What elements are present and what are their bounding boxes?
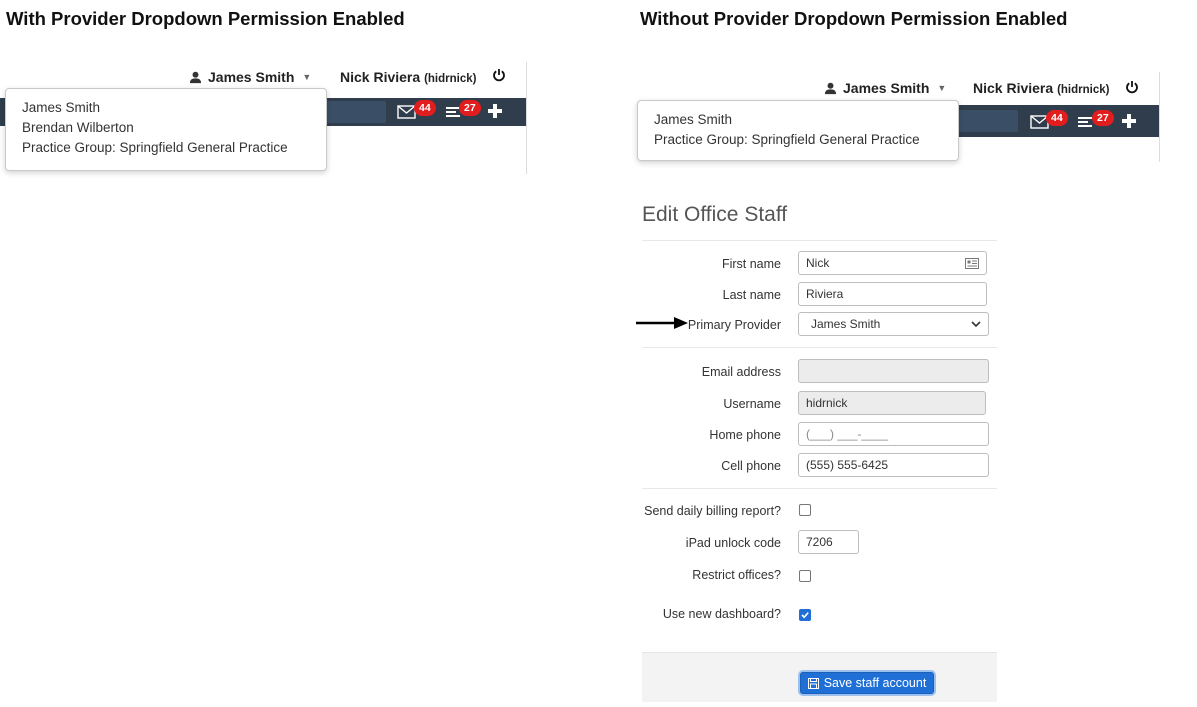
right-search-field[interactable] [958, 110, 1018, 132]
provider-dropdown-disabled: James Smith Practice Group: Springfield … [637, 100, 959, 161]
username-value: hidrnick [806, 396, 848, 410]
messages-badge: 44 [414, 100, 436, 116]
power-icon[interactable] [492, 68, 506, 87]
save-staff-button[interactable]: Save staff account [800, 672, 934, 694]
cell-phone-input[interactable]: (555) 555-6425 [798, 453, 989, 477]
dropdown-item[interactable]: Practice Group: Springfield General Prac… [654, 130, 942, 150]
heading-without-permission: Without Provider Dropdown Permission Ena… [640, 8, 1068, 29]
primary-provider-label: Primary Provider [687, 318, 781, 332]
right-divider [1159, 72, 1160, 162]
user-icon [189, 71, 202, 83]
form-divider [642, 488, 997, 489]
restrict-offices-checkbox[interactable] [799, 570, 811, 582]
cell-phone-label: Cell phone [721, 459, 781, 473]
plus-icon[interactable] [487, 103, 503, 124]
provider-dropdown-enabled: James Smith Brendan Wilberton Practice G… [5, 88, 327, 171]
floppy-disk-icon [807, 677, 819, 689]
dropdown-item[interactable]: James Smith [22, 98, 310, 118]
dropdown-item[interactable]: Practice Group: Springfield General Prac… [22, 138, 310, 158]
chevron-down-icon [971, 320, 981, 327]
right-provider-menu[interactable]: James Smith ▼ [824, 80, 946, 96]
ipad-code-value: 7206 [806, 535, 833, 549]
first-name-label: First name [721, 257, 781, 271]
save-button-label: Save staff account [823, 676, 927, 690]
left-provider-menu[interactable]: James Smith ▼ [189, 69, 311, 85]
tasks-badge: 27 [1092, 110, 1114, 126]
contact-card-icon [965, 257, 979, 269]
email-label: Email address [701, 365, 781, 379]
username-label: Username [723, 397, 781, 411]
last-name-label: Last name [722, 288, 781, 302]
caret-down-icon: ▼ [302, 72, 312, 82]
ipad-code-input[interactable]: 7206 [798, 530, 859, 554]
staff-username-text: (hidrnick) [424, 73, 477, 85]
new-dashboard-label: Use new dashboard? [662, 607, 781, 621]
left-staff-name[interactable]: Nick Riviera (hidrnick) [340, 69, 476, 85]
caret-down-icon: ▼ [937, 83, 947, 93]
user-icon [824, 82, 837, 94]
last-name-value: Riviera [806, 287, 844, 301]
provider-user-name: James Smith [843, 80, 930, 96]
staff-name-text: Nick Riviera [973, 80, 1054, 96]
dropdown-item[interactable]: James Smith [654, 110, 942, 130]
home-phone-value: (___) ___-____ [806, 427, 889, 441]
new-dashboard-checkbox[interactable] [799, 609, 811, 621]
restrict-offices-label: Restrict offices? [692, 568, 781, 582]
first-name-value: Nick [806, 256, 830, 270]
email-input[interactable] [798, 359, 989, 383]
username-input[interactable]: hidrnick [798, 391, 986, 415]
form-divider [642, 347, 997, 348]
check-icon [801, 612, 809, 619]
provider-user-name: James Smith [208, 69, 295, 85]
home-phone-input[interactable]: (___) ___-____ [798, 422, 989, 446]
dropdown-item[interactable]: Brendan Wilberton [22, 118, 310, 138]
tasks-badge: 27 [459, 100, 481, 116]
form-divider [642, 240, 997, 241]
primary-provider-select[interactable]: James Smith [798, 312, 989, 336]
plus-icon[interactable] [1121, 113, 1137, 134]
billing-report-checkbox[interactable] [799, 504, 811, 516]
heading-with-permission: With Provider Dropdown Permission Enable… [6, 8, 405, 29]
last-name-input[interactable]: Riviera [798, 282, 987, 306]
power-icon[interactable] [1125, 80, 1139, 99]
billing-report-label: Send daily billing report? [644, 504, 781, 518]
right-staff-name[interactable]: Nick Riviera (hidrnick) [973, 80, 1109, 96]
staff-name-text: Nick Riviera [340, 69, 421, 85]
left-search-field[interactable] [326, 101, 386, 123]
home-phone-label: Home phone [709, 428, 781, 442]
cell-phone-value: (555) 555-6425 [806, 458, 889, 472]
form-title: Edit Office Staff [642, 203, 788, 226]
staff-username-text: (hidrnick) [1057, 84, 1110, 96]
first-name-input[interactable]: Nick [798, 251, 987, 275]
primary-provider-value: James Smith [811, 317, 881, 331]
messages-badge: 44 [1046, 110, 1068, 126]
left-divider [526, 62, 527, 174]
ipad-code-label: iPad unlock code [685, 536, 781, 550]
